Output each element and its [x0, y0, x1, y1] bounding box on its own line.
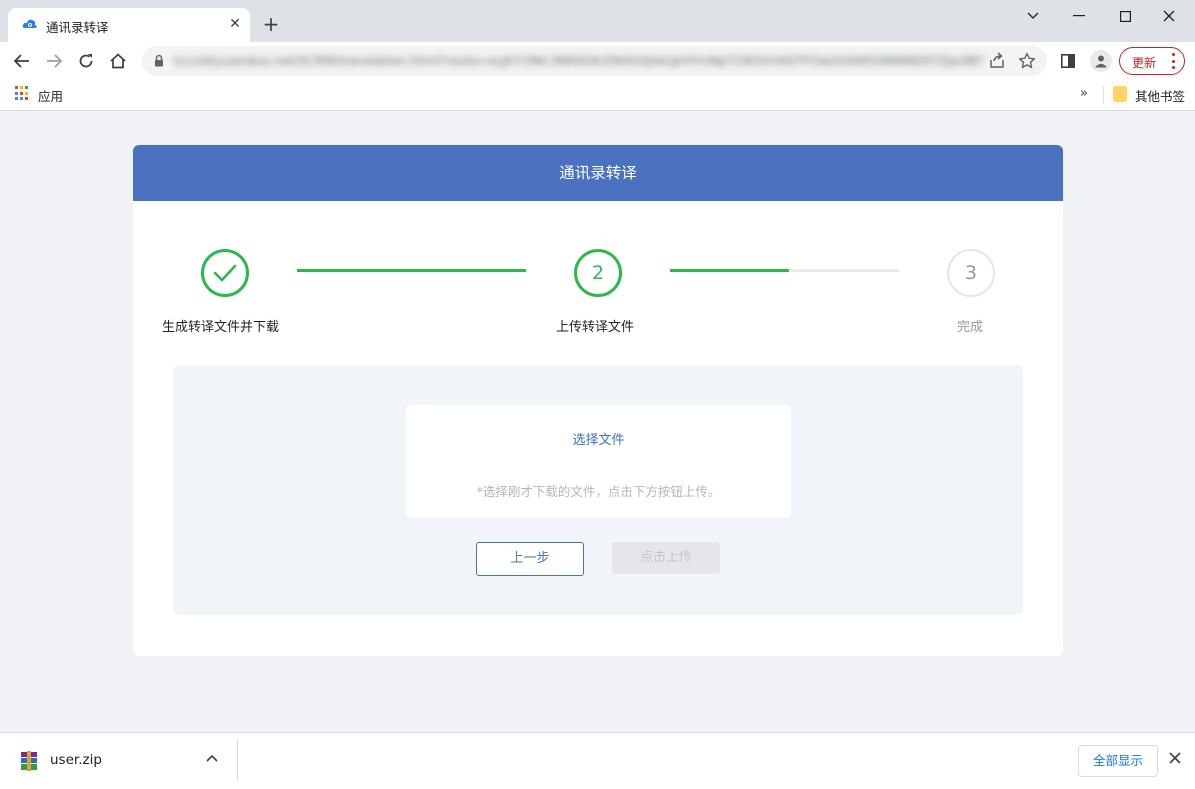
apps-grid-dot [25, 86, 28, 89]
file-select-box[interactable]: 选择文件 *选择刚才下载的文件，点击下方按钮上传。 [406, 405, 791, 518]
archive-file-icon [21, 751, 37, 771]
new-tab-icon[interactable]: + [260, 14, 282, 36]
browser-toolbar: tcccletyuanduo.net/SCRM/translation.html… [0, 42, 1195, 80]
translation-card: 通讯录转译 生成转译文件并下载 2 上传转译文件 3 完成 选择文件 *选择刚才… [133, 145, 1063, 656]
close-window-icon[interactable] [1146, 4, 1192, 28]
shelf-divider [237, 739, 238, 781]
reload-icon[interactable] [74, 50, 98, 72]
home-icon[interactable] [106, 50, 130, 72]
bookmarks-divider [1103, 86, 1104, 104]
step-1-done [201, 249, 249, 297]
download-shelf: user.zip 全部显示 [0, 732, 1195, 789]
step-3-pending: 3 [947, 249, 995, 297]
more-menu-icon[interactable] [1170, 53, 1176, 69]
forward-arrow-icon[interactable] [42, 50, 66, 72]
apps-grid-dot [15, 91, 18, 95]
back-arrow-icon[interactable] [10, 50, 34, 72]
update-button[interactable]: 更新 [1119, 47, 1185, 75]
previous-step-button[interactable]: 上一步 [476, 542, 584, 576]
tab-search-chevron-icon[interactable] [1010, 4, 1056, 28]
profile-avatar-icon[interactable] [1090, 50, 1112, 72]
apps-grid-dot [15, 86, 18, 89]
maximize-icon[interactable] [1102, 4, 1148, 28]
show-all-button[interactable]: 全部显示 [1078, 745, 1158, 777]
apps-grid-dot [20, 97, 23, 101]
cloud-eye-icon [22, 19, 37, 28]
browser-titlebar: 通讯录转译 ✕ + [0, 0, 1195, 42]
other-bookmarks[interactable]: 其他书签 [1135, 86, 1185, 105]
chevron-up-icon[interactable] [205, 751, 219, 765]
apps-bookmark[interactable]: 应用 [38, 86, 63, 105]
folder-icon[interactable] [1113, 86, 1127, 102]
apps-grid-dot [25, 91, 28, 95]
step-2-active: 2 [574, 249, 622, 297]
url-text: tcccletyuanduo.net/SCRM/translation.html… [174, 53, 984, 68]
close-icon[interactable] [1168, 751, 1182, 765]
side-panel-icon[interactable] [1061, 54, 1075, 68]
upload-button[interactable]: 点击上传 [612, 542, 720, 574]
bookmarks-bar: 应用 » 其他书签 [0, 80, 1195, 111]
choose-file-link[interactable]: 选择文件 [406, 429, 791, 448]
upload-hint: *选择刚才下载的文件，点击下方按钮上传。 [476, 484, 721, 499]
tab-close-icon[interactable]: ✕ [226, 15, 244, 33]
apps-grid-dot [20, 91, 23, 95]
minimize-icon[interactable] [1056, 4, 1102, 28]
step-connector-1 [297, 269, 526, 272]
step-connector-2 [670, 269, 899, 272]
apps-grid-dot [15, 97, 18, 101]
apps-grid-dot [20, 86, 23, 89]
apps-grid-dot [25, 97, 28, 101]
download-file-name[interactable]: user.zip [50, 752, 102, 768]
tab-title: 通讯录转译 [46, 20, 109, 35]
page-title: 通讯录转译 [133, 145, 1063, 201]
apps-grid-icon[interactable] [15, 86, 30, 101]
browser-tab[interactable]: 通讯录转译 ✕ [8, 8, 250, 42]
lock-icon[interactable] [154, 54, 164, 67]
upload-area: 选择文件 *选择刚才下载的文件，点击下方按钮上传。 上一步 点击上传 [173, 365, 1023, 615]
step-3-label: 完成 [957, 320, 984, 335]
share-icon[interactable] [988, 52, 1006, 70]
step-1-label: 生成转译文件并下载 [162, 320, 280, 335]
bookmarks-overflow-icon[interactable]: » [1080, 86, 1088, 101]
update-label: 更新 [1132, 56, 1157, 70]
bookmark-star-icon[interactable] [1018, 52, 1036, 70]
checkmark-icon [213, 264, 237, 282]
address-bar[interactable]: tcccletyuanduo.net/SCRM/translation.html… [142, 46, 1047, 76]
step-2-label: 上传转译文件 [556, 320, 635, 335]
